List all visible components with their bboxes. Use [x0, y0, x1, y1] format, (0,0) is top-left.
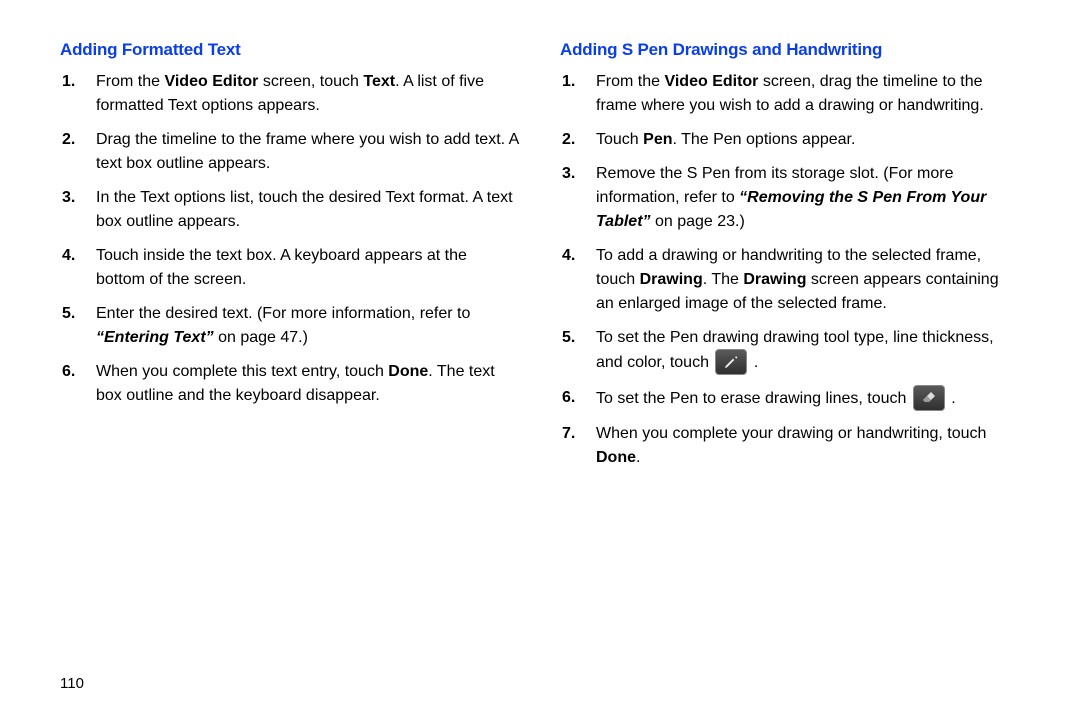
right-list: From the Video Editor screen, drag the t… [586, 70, 1020, 470]
manual-page: Adding Formatted Text From the Video Edi… [0, 0, 1080, 720]
right-column: Adding S Pen Drawings and Handwriting Fr… [540, 40, 1020, 690]
list-item: In the Text options list, touch the desi… [86, 186, 520, 234]
left-heading: Adding Formatted Text [60, 40, 520, 60]
page-number: 110 [60, 675, 84, 692]
list-item: To add a drawing or handwriting to the s… [586, 244, 1020, 316]
list-item: Touch Pen. The Pen options appear. [586, 128, 1020, 152]
cross-reference: “Entering Text” [96, 329, 214, 346]
list-item: When you complete this text entry, touch… [86, 360, 520, 408]
list-item: When you complete your drawing or handwr… [586, 422, 1020, 470]
left-list: From the Video Editor screen, touch Text… [86, 70, 520, 408]
list-item: Drag the timeline to the frame where you… [86, 128, 520, 176]
list-item: Touch inside the text box. A keyboard ap… [86, 244, 520, 292]
list-item: To set the Pen drawing drawing tool type… [586, 326, 1020, 376]
list-item: To set the Pen to erase drawing lines, t… [586, 386, 1020, 412]
list-item: Enter the desired text. (For more inform… [86, 302, 520, 350]
eraser-icon [913, 385, 945, 411]
pen-icon [715, 349, 747, 375]
right-heading: Adding S Pen Drawings and Handwriting [560, 40, 1020, 60]
left-column: Adding Formatted Text From the Video Edi… [60, 40, 540, 690]
list-item: From the Video Editor screen, touch Text… [86, 70, 520, 118]
list-item: From the Video Editor screen, drag the t… [586, 70, 1020, 118]
list-item: Remove the S Pen from its storage slot. … [586, 162, 1020, 234]
